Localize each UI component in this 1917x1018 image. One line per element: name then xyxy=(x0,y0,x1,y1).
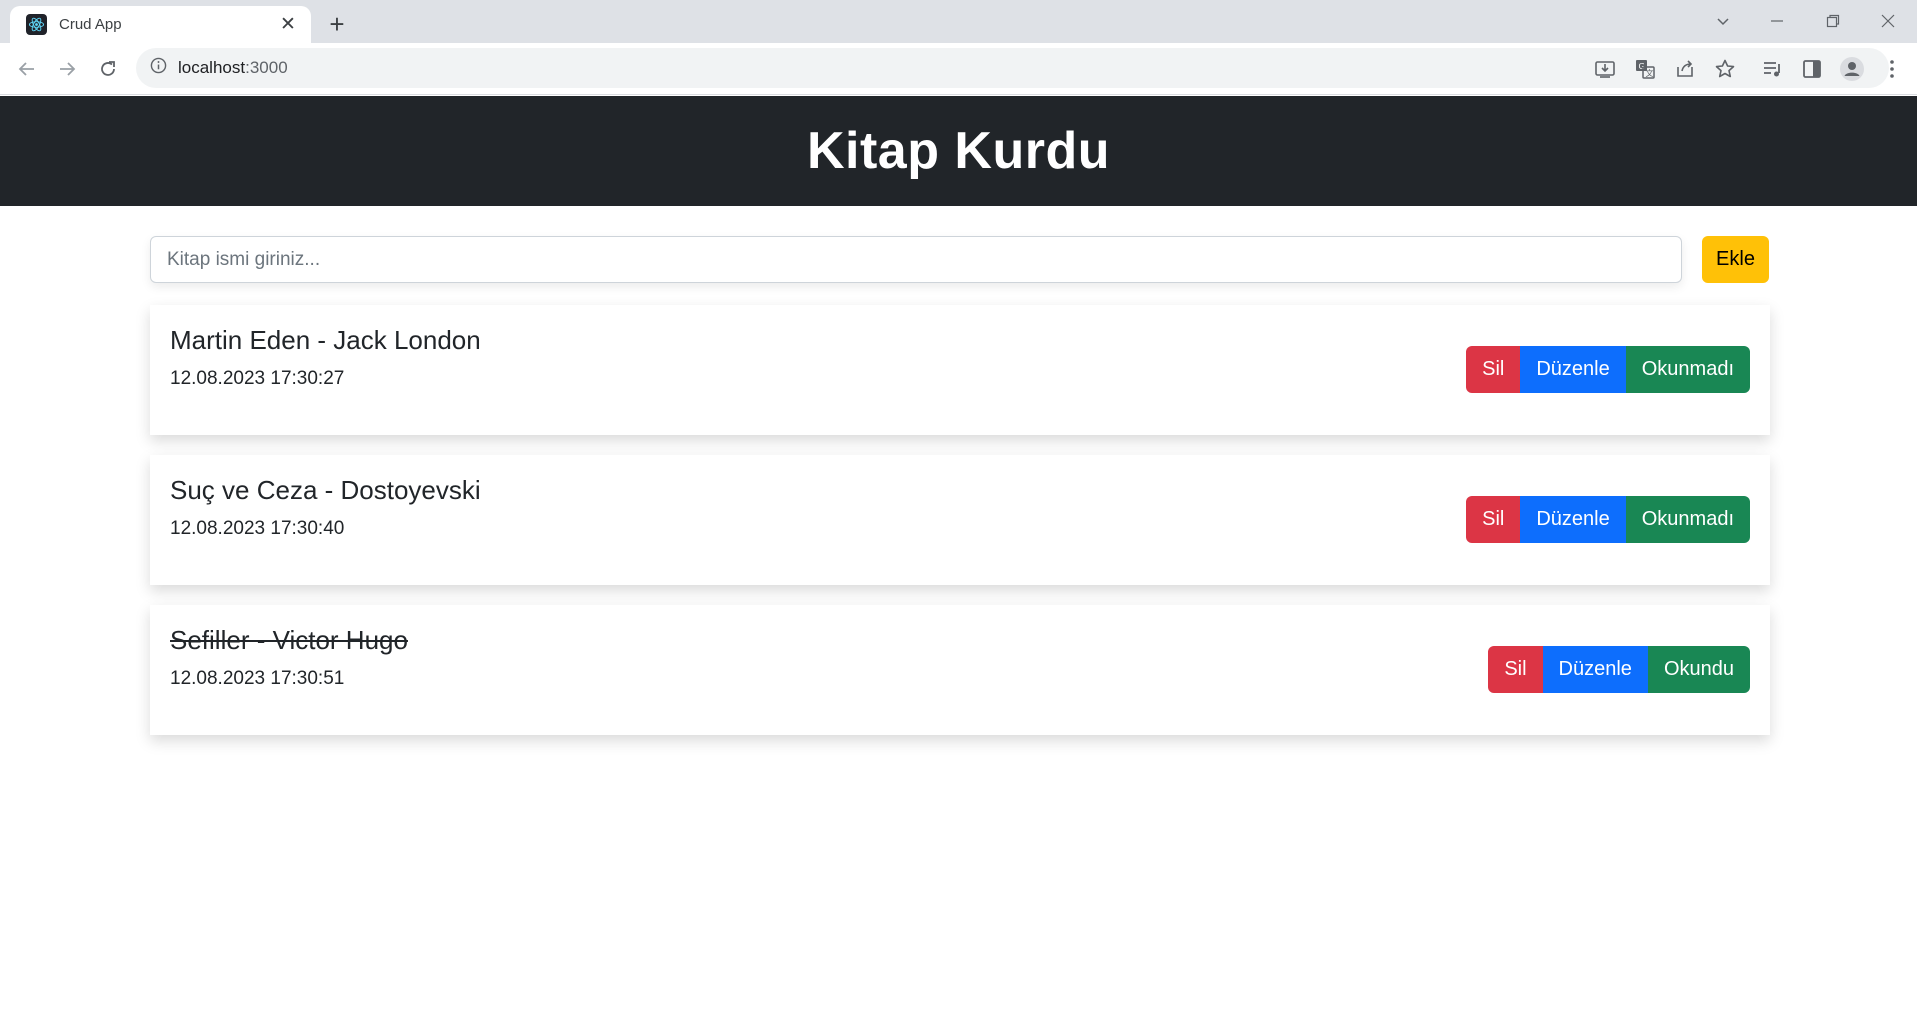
book-card: Sefiller - Victor Hugo 12.08.2023 17:30:… xyxy=(150,605,1770,735)
delete-button[interactable]: Sil xyxy=(1466,496,1521,543)
install-app-icon[interactable] xyxy=(1592,56,1618,82)
svg-text:文: 文 xyxy=(1646,68,1654,78)
delete-button[interactable]: Sil xyxy=(1466,346,1521,393)
book-actions: Sil Düzenle Okunmadı xyxy=(1466,496,1750,543)
side-panel-icon[interactable] xyxy=(1799,56,1825,82)
book-card: Suç ve Ceza - Dostoyevski 12.08.2023 17:… xyxy=(150,455,1770,585)
edit-button[interactable]: Düzenle xyxy=(1542,646,1648,693)
share-icon[interactable] xyxy=(1672,56,1698,82)
url-host: localhost xyxy=(178,58,246,77)
page-title: Kitap Kurdu xyxy=(806,122,1111,180)
edit-button[interactable]: Düzenle xyxy=(1520,346,1626,393)
url-text: localhost:3000 xyxy=(178,58,288,78)
react-logo-icon xyxy=(26,14,47,35)
read-status-button[interactable]: Okunmadı xyxy=(1625,496,1750,543)
back-arrow-icon[interactable] xyxy=(11,53,43,85)
edit-button[interactable]: Düzenle xyxy=(1520,496,1626,543)
browser-toolbar: localhost:3000 G文 xyxy=(0,43,1917,95)
minimize-icon[interactable] xyxy=(1762,6,1792,36)
book-actions: Sil Düzenle Okundu xyxy=(1488,646,1750,693)
url-port: :3000 xyxy=(245,58,288,77)
tab-close-icon[interactable]: ✕ xyxy=(277,14,299,36)
browser-tab[interactable]: Crud App ✕ xyxy=(10,6,311,43)
book-card: Martin Eden - Jack London 12.08.2023 17:… xyxy=(150,305,1770,435)
book-name-input[interactable] xyxy=(150,236,1682,283)
address-bar[interactable]: localhost:3000 xyxy=(136,48,1889,88)
read-status-button[interactable]: Okunmadı xyxy=(1625,346,1750,393)
delete-button[interactable]: Sil xyxy=(1488,646,1543,693)
translate-icon[interactable]: G文 xyxy=(1632,56,1658,82)
browser-menu-icon[interactable] xyxy=(1879,56,1905,82)
tab-title: Crud App xyxy=(59,16,122,33)
add-button[interactable]: Ekle xyxy=(1702,236,1769,283)
tab-search-chevron-icon[interactable] xyxy=(1707,6,1739,36)
add-book-form: Ekle xyxy=(150,236,1770,283)
forward-arrow-icon[interactable] xyxy=(51,53,83,85)
bookmark-star-icon[interactable] xyxy=(1712,56,1738,82)
browser-tab-strip: Crud App ✕ + xyxy=(0,0,1917,43)
read-status-button[interactable]: Okundu xyxy=(1647,646,1750,693)
restore-icon[interactable] xyxy=(1818,6,1848,36)
profile-avatar-icon[interactable] xyxy=(1839,56,1865,82)
main-content: Ekle Martin Eden - Jack London 12.08.202… xyxy=(150,236,1770,735)
close-window-icon[interactable] xyxy=(1873,6,1903,36)
media-controls-icon[interactable] xyxy=(1759,56,1785,82)
new-tab-button[interactable]: + xyxy=(322,9,352,39)
site-info-icon[interactable] xyxy=(150,57,167,79)
book-actions: Sil Düzenle Okunmadı xyxy=(1466,346,1750,393)
app-header: Kitap Kurdu xyxy=(0,96,1917,206)
reload-icon[interactable] xyxy=(92,53,124,85)
